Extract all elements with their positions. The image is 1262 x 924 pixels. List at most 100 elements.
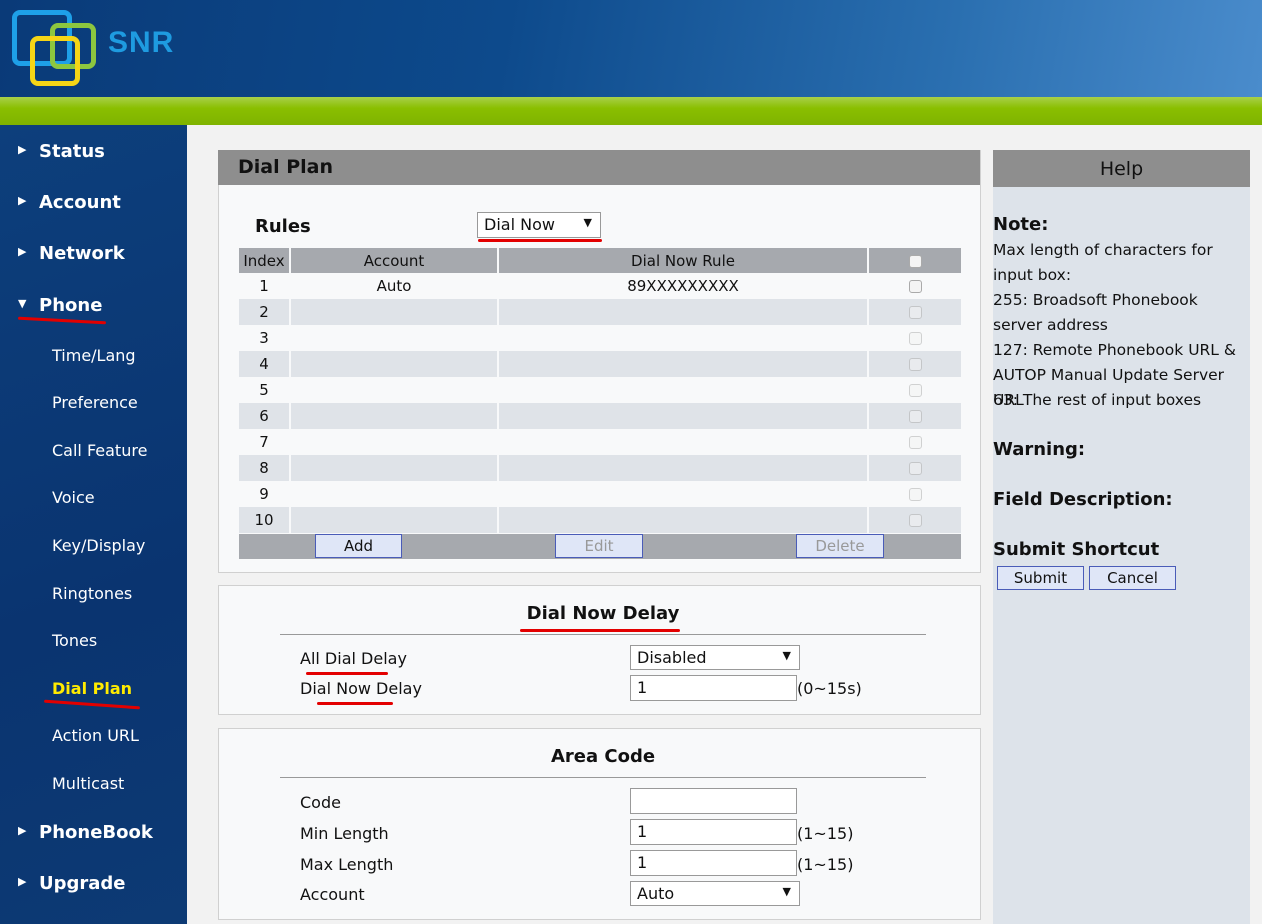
cell-index: 2 bbox=[239, 299, 291, 325]
cell-rule: 89XXXXXXXXX bbox=[498, 273, 869, 299]
select-all-checkbox[interactable] bbox=[908, 254, 922, 268]
triangle-right-icon: ▶ bbox=[18, 143, 27, 156]
cancel-button[interactable]: Cancel bbox=[1089, 566, 1176, 590]
row-checkbox[interactable] bbox=[908, 384, 922, 397]
table-row[interactable]: 2 bbox=[239, 299, 961, 325]
nav-action-url[interactable]: Action URL bbox=[52, 726, 139, 745]
dropdown-arrow-icon: ▼ bbox=[782, 885, 791, 898]
edit-button[interactable]: Edit bbox=[555, 534, 643, 558]
min-length-label: Min Length bbox=[300, 824, 389, 843]
nav-dial-plan[interactable]: Dial Plan bbox=[52, 679, 132, 698]
cell-account bbox=[290, 403, 499, 429]
note-label: Note: bbox=[993, 214, 1049, 235]
row-checkbox[interactable] bbox=[908, 514, 922, 527]
submit-button[interactable]: Submit bbox=[997, 566, 1084, 590]
note-line: 63: The rest of input boxes bbox=[993, 391, 1202, 409]
row-checkbox[interactable] bbox=[908, 462, 922, 475]
dial-now-delay-hint: (0~15s) bbox=[797, 679, 862, 698]
table-row[interactable]: 4 bbox=[239, 351, 961, 377]
row-checkbox[interactable] bbox=[908, 358, 922, 371]
max-length-label: Max Length bbox=[300, 855, 394, 874]
dropdown-arrow-icon: ▼ bbox=[583, 216, 592, 229]
table-row[interactable]: 6 bbox=[239, 403, 961, 429]
nav-multicast[interactable]: Multicast bbox=[52, 774, 124, 793]
cell-index: 8 bbox=[239, 455, 291, 481]
cell-account bbox=[290, 299, 499, 325]
table-row[interactable]: 10 bbox=[239, 507, 961, 533]
divider bbox=[280, 777, 926, 778]
row-checkbox[interactable] bbox=[908, 332, 922, 345]
cell-select bbox=[868, 481, 961, 507]
triangle-right-icon: ▶ bbox=[18, 245, 27, 258]
col-account: Account bbox=[290, 248, 499, 273]
cell-index: 6 bbox=[239, 403, 291, 429]
cell-account bbox=[290, 325, 499, 351]
delete-button[interactable]: Delete bbox=[796, 534, 884, 558]
account-select-value: Auto bbox=[637, 884, 675, 903]
cell-account bbox=[290, 351, 499, 377]
max-length-hint: (1~15) bbox=[797, 855, 854, 874]
rules-select-value: Dial Now bbox=[484, 215, 555, 234]
nav-call-feature[interactable]: Call Feature bbox=[52, 441, 147, 460]
dropdown-arrow-icon: ▼ bbox=[782, 649, 791, 662]
add-button[interactable]: Add bbox=[315, 534, 402, 558]
annotation-underline bbox=[306, 672, 388, 675]
cell-account bbox=[290, 377, 499, 403]
table-row[interactable]: 8 bbox=[239, 455, 961, 481]
accent-bar bbox=[0, 97, 1262, 125]
row-checkbox[interactable] bbox=[908, 488, 922, 501]
nav-voice[interactable]: Voice bbox=[52, 488, 95, 507]
table-row[interactable]: 3 bbox=[239, 325, 961, 351]
row-checkbox[interactable] bbox=[908, 306, 922, 319]
note-line: Max length of characters for input box: bbox=[993, 241, 1213, 284]
nav-time-lang[interactable]: Time/Lang bbox=[52, 346, 136, 365]
rules-select[interactable]: Dial Now ▼ bbox=[477, 212, 601, 238]
table-row[interactable]: 5 bbox=[239, 377, 961, 403]
annotation-underline bbox=[17, 316, 107, 325]
all-dial-delay-label: All Dial Delay bbox=[300, 649, 407, 668]
submit-shortcut-label: Submit Shortcut bbox=[993, 539, 1160, 560]
cell-select bbox=[868, 377, 961, 403]
cell-rule bbox=[498, 299, 869, 325]
code-label: Code bbox=[300, 793, 341, 812]
cell-account bbox=[290, 481, 499, 507]
note-line: 255: Broadsoft Phonebook server address bbox=[993, 291, 1198, 334]
min-length-input[interactable]: 1 bbox=[630, 819, 797, 845]
cell-rule bbox=[498, 377, 869, 403]
code-input[interactable] bbox=[630, 788, 797, 814]
triangle-down-icon: ▼ bbox=[18, 297, 27, 310]
rules-table: Index Account Dial Now Rule 1 Auto 89XXXXX… bbox=[239, 248, 961, 533]
triangle-right-icon: ▶ bbox=[18, 824, 27, 837]
cell-select bbox=[868, 429, 961, 455]
nav-key-display[interactable]: Key/Display bbox=[52, 536, 145, 555]
cell-rule bbox=[498, 325, 869, 351]
help-title: Help bbox=[993, 150, 1250, 187]
all-dial-delay-value: Disabled bbox=[637, 648, 707, 667]
min-length-hint: (1~15) bbox=[797, 824, 854, 843]
row-checkbox[interactable] bbox=[908, 436, 922, 449]
nav-tones[interactable]: Tones bbox=[52, 631, 97, 650]
dial-now-delay-label: Dial Now Delay bbox=[300, 679, 422, 698]
field-description-label: Field Description: bbox=[993, 489, 1173, 510]
snr-logo: SNR bbox=[10, 8, 180, 88]
cell-rule bbox=[498, 455, 869, 481]
cell-index: 4 bbox=[239, 351, 291, 377]
row-checkbox[interactable] bbox=[908, 280, 922, 293]
table-row[interactable]: 7 bbox=[239, 429, 961, 455]
header: SNR bbox=[0, 0, 1262, 97]
row-checkbox[interactable] bbox=[908, 410, 922, 423]
table-row[interactable]: 9 bbox=[239, 481, 961, 507]
table-row[interactable]: 1 Auto 89XXXXXXXXX bbox=[239, 273, 961, 299]
all-dial-delay-select[interactable]: Disabled ▼ bbox=[630, 645, 800, 670]
account-select[interactable]: Auto ▼ bbox=[630, 881, 800, 906]
cell-index: 3 bbox=[239, 325, 291, 351]
rules-label: Rules bbox=[255, 216, 311, 237]
max-length-input[interactable]: 1 bbox=[630, 850, 797, 876]
dial-now-delay-input[interactable]: 1 bbox=[630, 675, 797, 701]
cell-select bbox=[868, 325, 961, 351]
col-rule: Dial Now Rule bbox=[498, 248, 869, 273]
divider bbox=[280, 634, 926, 635]
nav-preference[interactable]: Preference bbox=[52, 393, 138, 412]
account-label: Account bbox=[300, 885, 365, 904]
nav-ringtones[interactable]: Ringtones bbox=[52, 584, 132, 603]
